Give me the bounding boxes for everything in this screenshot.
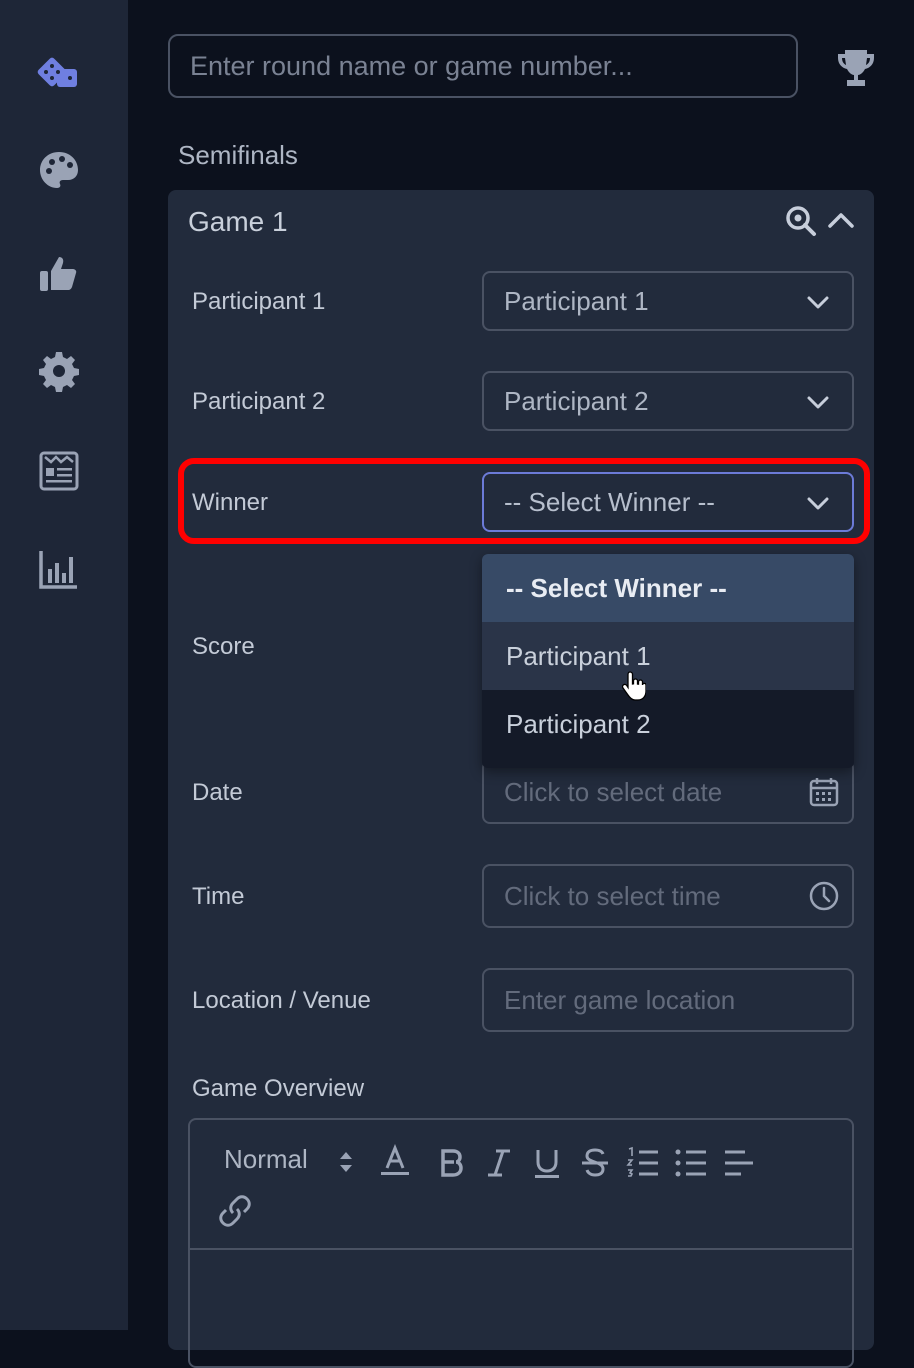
location-label: Location / Venue xyxy=(192,987,371,1014)
align-button[interactable] xyxy=(722,1146,756,1180)
chevron-down-icon xyxy=(807,396,829,409)
winner-value: -- Select Winner -- xyxy=(504,486,715,517)
link-button[interactable] xyxy=(218,1194,252,1228)
zoom-icon[interactable] xyxy=(784,204,818,238)
participant2-value: Participant 2 xyxy=(504,385,649,416)
bullet-list-icon xyxy=(675,1149,706,1177)
sort-arrows-icon xyxy=(340,1152,352,1172)
sidebar-item-news[interactable] xyxy=(36,448,82,494)
strikethrough-button[interactable] xyxy=(578,1146,612,1180)
bold-button[interactable] xyxy=(434,1146,468,1180)
sidebar-item-settings[interactable] xyxy=(36,348,82,394)
participant1-select[interactable]: Participant 1 xyxy=(482,271,854,331)
format-select[interactable]: Normal xyxy=(224,1144,308,1175)
game-title: Game 1 xyxy=(188,206,288,237)
calendar-icon[interactable] xyxy=(808,776,840,808)
chevron-down-icon xyxy=(807,497,829,510)
newspaper-icon xyxy=(39,451,79,491)
winner-option-default[interactable]: -- Select Winner -- xyxy=(482,554,854,622)
sidebar-item-stats[interactable] xyxy=(36,546,82,592)
sidebar-item-games[interactable] xyxy=(36,50,82,96)
underline-icon xyxy=(535,1150,559,1178)
winner-option-participant2[interactable]: Participant 2 xyxy=(482,690,854,758)
align-left-icon xyxy=(725,1150,753,1176)
editor-content[interactable] xyxy=(190,1252,852,1366)
sidebar-item-theme[interactable] xyxy=(36,148,82,194)
dice-icon xyxy=(37,57,77,87)
participant1-label: Participant 1 xyxy=(192,288,326,315)
link-icon xyxy=(219,1195,251,1227)
ordered-list-button[interactable] xyxy=(626,1146,660,1180)
date-input[interactable] xyxy=(482,760,854,824)
main-panel: Semifinals Game 1 Participant 1 Particip… xyxy=(128,0,914,1368)
time-input[interactable] xyxy=(482,864,854,928)
participant1-value: Participant 1 xyxy=(504,285,649,316)
round-title: Semifinals xyxy=(178,140,298,170)
bold-icon xyxy=(441,1149,463,1177)
winner-label: Winner xyxy=(192,489,269,516)
chevron-up-icon[interactable] xyxy=(824,204,858,238)
bullet-list-button[interactable] xyxy=(674,1146,708,1180)
participant2-select[interactable]: Participant 2 xyxy=(482,371,854,431)
chevron-down-icon xyxy=(807,296,829,309)
underline-button[interactable] xyxy=(530,1146,564,1180)
winner-dropdown: -- Select Winner -- Participant 1 Partic… xyxy=(482,554,854,768)
winner-option-participant1[interactable]: Participant 1 xyxy=(482,622,854,690)
clock-icon[interactable] xyxy=(808,880,840,912)
sidebar-item-feedback[interactable] xyxy=(36,250,82,296)
editor-toolbar: Normal xyxy=(190,1120,852,1250)
location-input[interactable] xyxy=(482,968,854,1032)
date-label: Date xyxy=(192,779,243,806)
trophy-icon[interactable] xyxy=(834,46,878,90)
score-label: Score xyxy=(192,633,255,660)
italic-button[interactable] xyxy=(482,1146,516,1180)
winner-select[interactable]: -- Select Winner -- xyxy=(482,472,854,532)
text-color-button[interactable] xyxy=(378,1143,412,1178)
strikethrough-icon xyxy=(582,1148,608,1177)
gear-icon xyxy=(39,352,79,392)
participant2-label: Participant 2 xyxy=(192,388,326,415)
time-label: Time xyxy=(192,883,245,910)
overview-editor: Normal xyxy=(188,1118,854,1368)
text-color-icon xyxy=(381,1143,409,1175)
search-input[interactable] xyxy=(168,34,798,98)
bar-chart-icon xyxy=(39,551,77,589)
italic-icon xyxy=(488,1149,510,1177)
palette-icon xyxy=(40,152,78,188)
sidebar xyxy=(0,0,128,1330)
game-card: Game 1 Participant 1 Participant 1 Parti… xyxy=(168,190,874,1368)
thumbs-up-icon xyxy=(40,257,77,291)
overview-label: Game Overview xyxy=(192,1075,365,1102)
ordered-list-icon xyxy=(626,1146,658,1177)
